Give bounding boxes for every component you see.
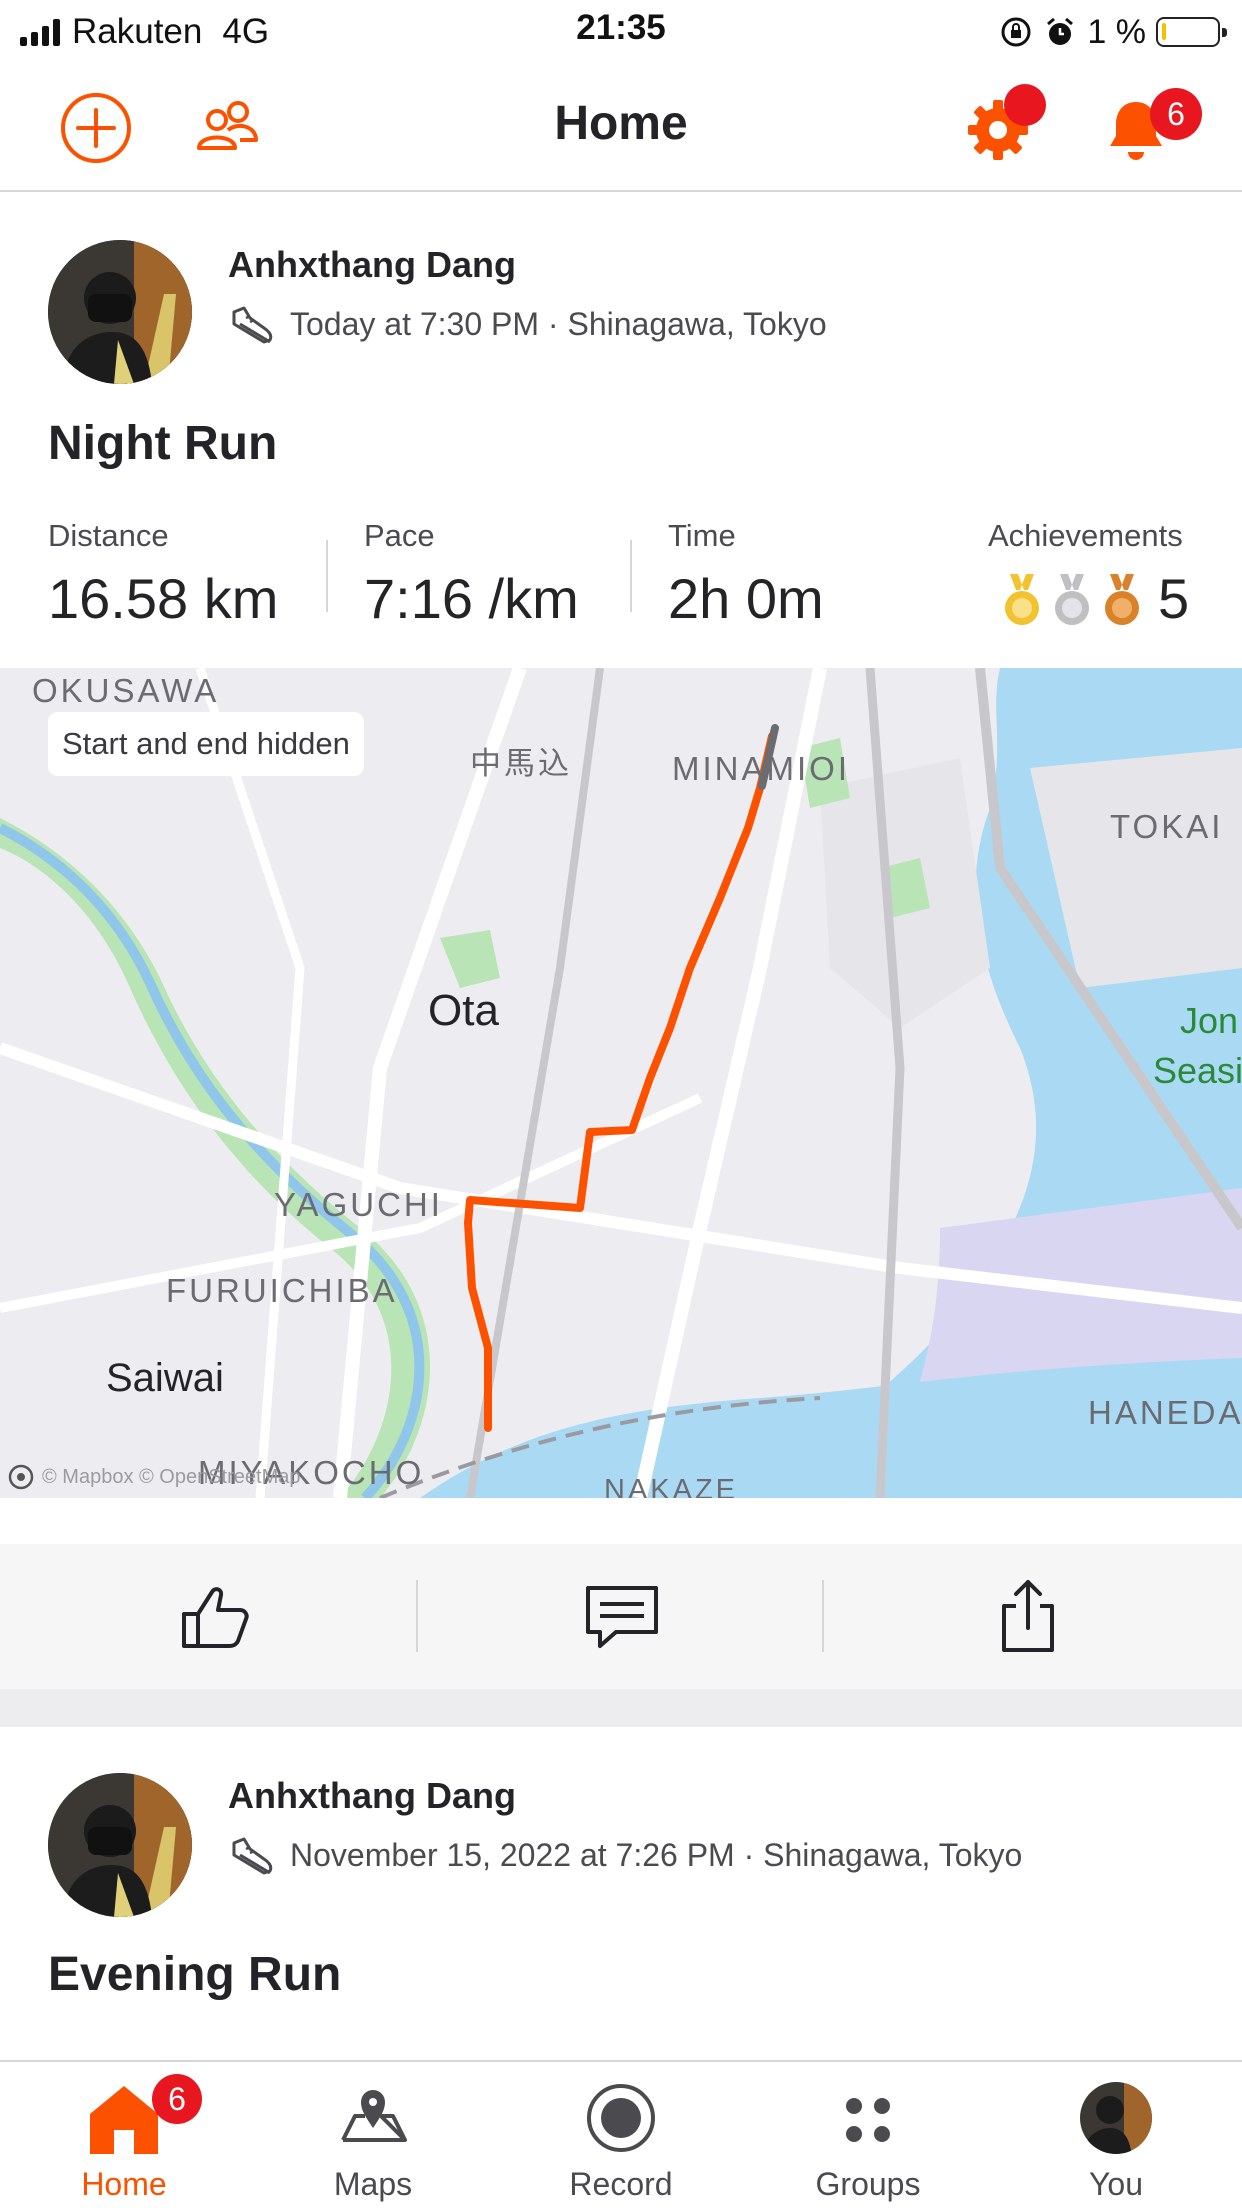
map-label: Ota (428, 986, 499, 1035)
map-label: 中馬込 (470, 746, 572, 781)
share-icon (1002, 1580, 1054, 1652)
activity-map[interactable]: Start and end hidden OKUSAWA 中馬込 MINAMIO… (0, 668, 1242, 1498)
activity-meta: Today at 7:30 PM · Shinagawa, Tokyo (228, 302, 827, 346)
map-label: OKUSAWA (32, 672, 220, 709)
tab-label: Record (569, 2166, 673, 2202)
stat-time-label: Time (668, 518, 736, 553)
action-divider (822, 1580, 824, 1652)
settings-icon[interactable] (960, 84, 1046, 166)
rotation-lock-icon (1001, 17, 1031, 47)
map-label: Jon (1180, 1000, 1239, 1041)
tab-you[interactable]: You (1016, 2062, 1216, 2208)
tab-record[interactable]: Record (521, 2062, 721, 2208)
comment-icon (586, 1586, 658, 1648)
card-separator (0, 1689, 1242, 1727)
alarm-icon (1047, 17, 1074, 45)
map-label: Seasi (1153, 1050, 1242, 1091)
silver-medal-icon (1055, 574, 1089, 625)
notifications-badge: 6 (1150, 88, 1202, 140)
home-badge: 6 (152, 2074, 202, 2124)
map-label: FURUICHIBA (166, 1272, 398, 1309)
tab-groups[interactable]: Groups (768, 2062, 968, 2208)
achievements-count: 5 (1158, 567, 1190, 630)
kudos-button[interactable] (176, 1576, 256, 1656)
home-icon (90, 2086, 158, 2154)
tab-label: Groups (815, 2166, 921, 2202)
stat-achievements-label: Achievements (988, 518, 1183, 553)
achievement-medals[interactable] (1000, 572, 1144, 628)
record-icon (587, 2084, 655, 2152)
activity-title[interactable]: Evening Run (48, 1947, 341, 2002)
gold-medal-icon (1005, 574, 1039, 625)
tab-home[interactable]: 6 Home (24, 2062, 224, 2208)
settings-badge (1004, 84, 1046, 126)
tab-maps[interactable]: Maps (273, 2062, 473, 2208)
bronze-medal-icon (1105, 574, 1139, 625)
activity-time-location: November 15, 2022 at 7:26 PM · Shinagawa… (290, 1836, 1023, 1873)
author-name[interactable]: Anhxthang Dang (228, 244, 516, 286)
info-icon (8, 1464, 34, 1490)
status-bar: Rakuten 4G 21:35 1 % (0, 0, 1242, 62)
groups-icon (846, 2098, 890, 2142)
battery-percent: 1 % (1087, 12, 1146, 51)
maps-icon (341, 2090, 407, 2142)
profile-avatar (1080, 2082, 1152, 2154)
action-divider (416, 1580, 418, 1652)
map-label: TOKAI (1110, 808, 1224, 845)
author-name[interactable]: Anhxthang Dang (228, 1775, 516, 1817)
map-label: YAGUCHI (274, 1186, 443, 1223)
status-right: 1 % (999, 10, 1227, 54)
map-label: HANEDA (1088, 1394, 1242, 1431)
stat-distance-value: 16.58 km (48, 567, 279, 630)
tab-label: Maps (333, 2166, 413, 2202)
share-button[interactable] (988, 1576, 1068, 1656)
stat-pace-value: 7:16 /km (364, 567, 579, 630)
page-title: Home (554, 97, 688, 150)
map-label: MINAMIOI (672, 750, 850, 787)
run-shoe-icon (232, 1837, 273, 1875)
map-attribution-text: © Mapbox © OpenStreetMap (42, 1465, 301, 1488)
activity-card[interactable]: Anhxthang Dang November 15, 2022 at 7:26… (0, 1727, 1242, 2060)
tab-label: Home (81, 2166, 167, 2202)
notifications-icon[interactable]: 6 (1098, 88, 1202, 166)
avatar[interactable] (48, 240, 192, 384)
thumbs-up-icon (182, 1587, 249, 1648)
avatar[interactable] (48, 1773, 192, 1917)
activity-title[interactable]: Night Run (48, 416, 277, 471)
activity-meta: November 15, 2022 at 7:26 PM · Shinagawa… (228, 1833, 1022, 1877)
stat-divider (326, 540, 328, 612)
comment-button[interactable] (582, 1576, 662, 1656)
top-nav-bar: Home 6 (0, 62, 1242, 192)
map-privacy-note: Start and end hidden (48, 712, 364, 776)
activity-time-location: Today at 7:30 PM · Shinagawa, Tokyo (290, 305, 827, 342)
map-label: NAKAZE (604, 1474, 739, 1498)
activity-actions (0, 1544, 1242, 1689)
stat-time-value: 2h 0m (668, 567, 824, 630)
battery-icon (1156, 17, 1227, 47)
map-label: Saiwai (106, 1356, 224, 1400)
stat-divider (630, 540, 632, 612)
run-shoe-icon (232, 306, 273, 344)
tab-label: You (1089, 2166, 1143, 2202)
bottom-tab-bar: 6 Home Maps Record Groups You (0, 2060, 1242, 2208)
stat-distance-label: Distance (48, 518, 169, 553)
map-attribution[interactable]: © Mapbox © OpenStreetMap (8, 1464, 301, 1490)
stat-pace-label: Pace (364, 518, 435, 553)
